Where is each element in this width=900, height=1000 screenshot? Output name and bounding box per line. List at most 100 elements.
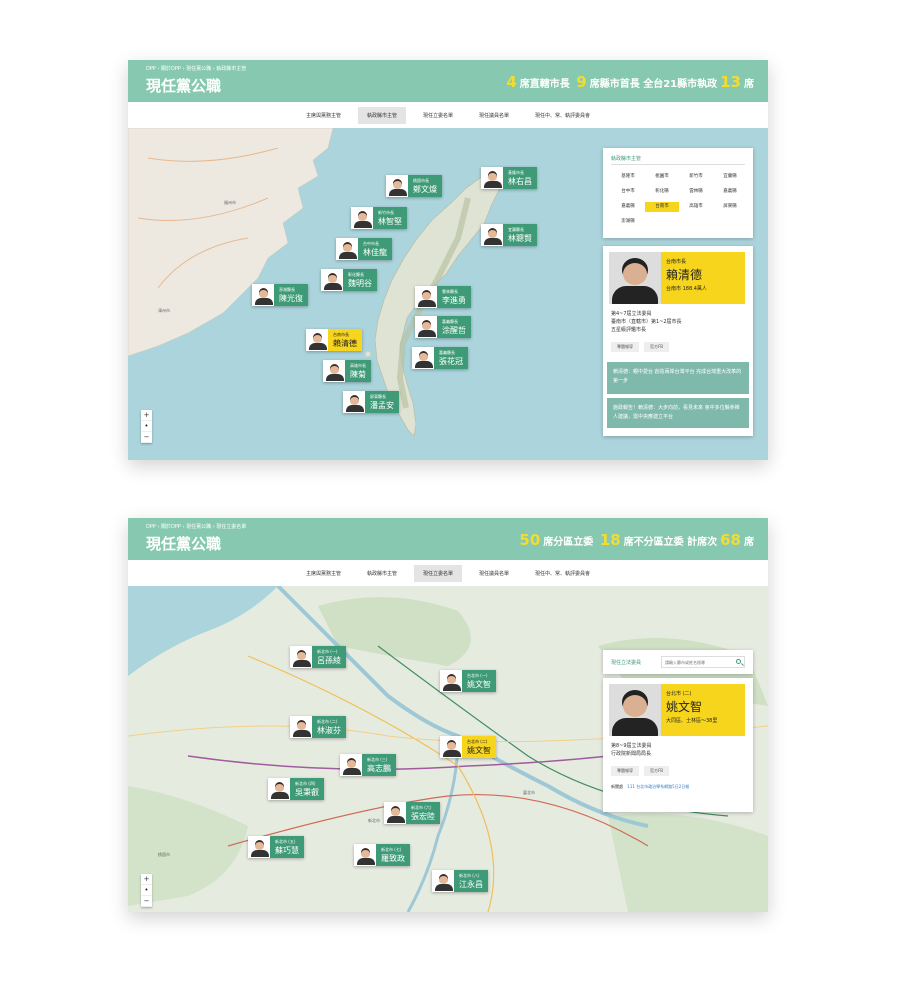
tab-committees[interactable]: 現任中、常、執評委員會 (526, 565, 599, 582)
tab-committees[interactable]: 現任中、常、執評委員會 (526, 107, 599, 124)
zoom-reset-button[interactable]: • (141, 421, 152, 432)
marker-taoyuan-mayor[interactable]: 桃園市長 鄭文燦 (386, 175, 442, 197)
news-item[interactable]: 賴清德：親中愛台 創造兩岸台灣平台 完成台灣重大改革的第一步 (607, 362, 749, 394)
city-option[interactable]: 雲林縣 (679, 187, 713, 197)
marker-pingtung-magistrate[interactable]: 屏東縣長 潘孟安 (343, 391, 399, 413)
bio-line: 五星級評鑑市長 (611, 327, 647, 333)
city-option[interactable]: 屏東縣 (713, 202, 747, 212)
portrait (290, 646, 312, 668)
official-fb-button[interactable]: 官方FB (644, 342, 670, 352)
stat-label: 席不分區立委 (623, 537, 684, 548)
marker-chiayi-county-magistrate[interactable]: 嘉義縣長 張花冠 (412, 347, 468, 369)
city-option[interactable]: 桃園市 (645, 172, 679, 182)
tab-legislators[interactable]: 現任立委名單 (414, 107, 462, 124)
marker-taichung-mayor[interactable]: 台中市長 林佳龍 (336, 238, 392, 260)
marker-name: 林聰賢 (508, 233, 532, 243)
zoom-out-button[interactable]: − (141, 896, 152, 907)
news-link-row: 新聞處 111 台北市政治學系網路5日2日報 (611, 784, 689, 790)
official-fb-button[interactable]: 官方FB (644, 766, 670, 776)
city-option[interactable]: 宜蘭縣 (713, 172, 747, 182)
marker-name: 陳光復 (279, 293, 303, 303)
city-option[interactable]: 嘉義縣 (713, 187, 747, 197)
city-option[interactable]: 高雄市 (679, 202, 713, 212)
zoom-reset-button[interactable]: • (141, 885, 152, 896)
search-input[interactable] (661, 656, 745, 668)
search-icon[interactable] (736, 659, 741, 664)
portrait-large (609, 684, 661, 736)
legislator-detail-card: 台北市 (二) 姚文智 大同區、士林區～38里 第8~9屆立法委員 行政院新聞局… (603, 678, 753, 812)
tab-councilors[interactable]: 現任議員名單 (470, 565, 518, 582)
map-label-fuzhou: 福州市 (224, 200, 236, 205)
marker-name: 林右昌 (508, 176, 532, 186)
marker-legislator[interactable]: 新北市 (三) 高志鵬 (340, 754, 396, 776)
stat-number: 68 (720, 531, 741, 549)
zoom-in-button[interactable]: + (141, 874, 152, 885)
detail-buttons: 專題報導 官方FB (611, 766, 670, 776)
city-option[interactable]: 基隆市 (611, 172, 645, 182)
tab-county-leaders[interactable]: 執政縣市主管 (358, 565, 406, 582)
portrait (481, 224, 503, 246)
marker-changhua-magistrate[interactable]: 彰化縣長 魏明谷 (321, 269, 377, 291)
detail-name: 賴清德 (666, 268, 703, 282)
bio-line: 第8~9屆立法委員 (611, 743, 652, 749)
marker-legislator[interactable]: 新北市 (二) 林淑芬 (290, 716, 346, 738)
zoom-in-button[interactable]: + (141, 410, 152, 421)
tab-party-leaders[interactable]: 主席與黨務主管 (297, 107, 350, 124)
breadcrumb[interactable]: DPP › 關於DPP › 現任黨公職 › 現任立委名單 (146, 523, 246, 530)
official-detail-card: 台南市長 賴清德 台南市 188.4萬人 第4~7屆立法委員 臺南市（直轄市）第… (603, 246, 753, 436)
marker-kaohsiung-mayor[interactable]: 高雄市長 陳菊 (323, 360, 371, 382)
header: DPP › 關於DPP › 現任黨公職 › 執政縣市主管 現任黨公職 4 席直轄市… (128, 60, 768, 102)
portrait (432, 870, 454, 892)
feature-report-button[interactable]: 專題報導 (611, 766, 639, 776)
marker-legislator[interactable]: 新北市 (七) 羅致政 (354, 844, 410, 866)
city-option[interactable]: 台中市 (611, 187, 645, 197)
marker-hsinchu-mayor[interactable]: 新竹市長 林智堅 (351, 207, 407, 229)
marker-legislator[interactable]: 新北市 (五) 蘇巧慧 (248, 836, 304, 858)
marker-name: 潘孟安 (370, 400, 394, 410)
stat-number: 50 (519, 531, 541, 549)
city-option[interactable]: 新竹市 (679, 172, 713, 182)
stat-label: 全台21縣市執政 (643, 79, 718, 90)
city-option-selected[interactable]: 台南市 (645, 202, 679, 212)
tab-county-leaders[interactable]: 執政縣市主管 (357, 106, 406, 124)
feature-report-button[interactable]: 專題報導 (611, 342, 639, 352)
marker-name: 蘇巧慧 (275, 845, 299, 855)
news-item[interactable]: 施政報告！賴清德：大步向前，看見未來 會中多位縣參推人建議，需中央應建立平台 (607, 396, 749, 428)
marker-legislator[interactable]: 新北市 (八) 江永昌 (432, 870, 488, 892)
marker-name: 高志鵬 (367, 763, 391, 773)
tab-legislators[interactable]: 現任立委名單 (413, 564, 462, 582)
marker-keelung-mayor[interactable]: 基隆市長 林右昌 (481, 167, 537, 189)
marker-legislator[interactable]: 新北市 (六) 張宏陸 (384, 802, 440, 824)
city-option[interactable]: 彰化縣 (645, 187, 679, 197)
marker-legislator[interactable]: 新北市 (四) 吳秉叡 (268, 778, 324, 800)
detail-sub: 台南市 188.4萬人 (666, 286, 707, 292)
portrait (415, 286, 437, 308)
marker-legislator[interactable]: 新北市 (一) 呂孫綾 (290, 646, 346, 668)
marker-tainan-mayor[interactable]: 台南市長 賴清德 (306, 329, 362, 351)
marker-chiayi-magistrate[interactable]: 嘉義縣長 涂醒哲 (415, 316, 471, 338)
panel-county-leaders: DPP › 關於DPP › 現任黨公職 › 執政縣市主管 現任黨公職 4 席直轄市… (128, 60, 768, 460)
city-option[interactable]: 澎湖縣 (611, 217, 645, 227)
portrait (412, 347, 434, 369)
map-label-xinbei: 新北市 (368, 818, 380, 823)
bio-line: 臺南市（直轄市）第1~2屆市長 (611, 319, 682, 325)
header: DPP › 關於DPP › 現任黨公職 › 現任立委名單 現任黨公職 50 席分區… (128, 518, 768, 560)
tab-party-leaders[interactable]: 主席與黨務主管 (297, 565, 350, 582)
map-label-zhangzhou: 漳州市 (158, 308, 170, 313)
breadcrumb[interactable]: DPP › 關於DPP › 現任黨公職 › 執政縣市主管 (146, 65, 246, 72)
marker-penghu-magistrate[interactable]: 澎湖縣長 陳光復 (252, 284, 308, 306)
marker-yilan-magistrate[interactable]: 宜蘭縣長 林聰賢 (481, 224, 537, 246)
marker-legislator-selected[interactable]: 台北市 (二) 姚文智 (440, 736, 496, 758)
stats-summary: 50 席分區立委 18 席不分區立委 計席次 68 席 (516, 531, 754, 549)
detail-header: 台北市 (二) 姚文智 大同區、士林區～38里 (661, 684, 745, 736)
marker-legislator[interactable]: 台北市 (一) 姚文智 (440, 670, 496, 692)
portrait (336, 238, 358, 260)
tab-councilors[interactable]: 現任議員名單 (470, 107, 518, 124)
zoom-control: + • − (141, 410, 152, 443)
city-option[interactable]: 嘉義縣 (611, 202, 645, 212)
detail-role: 台南市長 (666, 259, 687, 265)
portrait (340, 754, 362, 776)
zoom-out-button[interactable]: − (141, 432, 152, 443)
marker-yunlin-magistrate[interactable]: 雲林縣長 李進勇 (415, 286, 471, 308)
news-link[interactable]: 111 台北市政治學系網路5日2日報 (627, 784, 689, 789)
